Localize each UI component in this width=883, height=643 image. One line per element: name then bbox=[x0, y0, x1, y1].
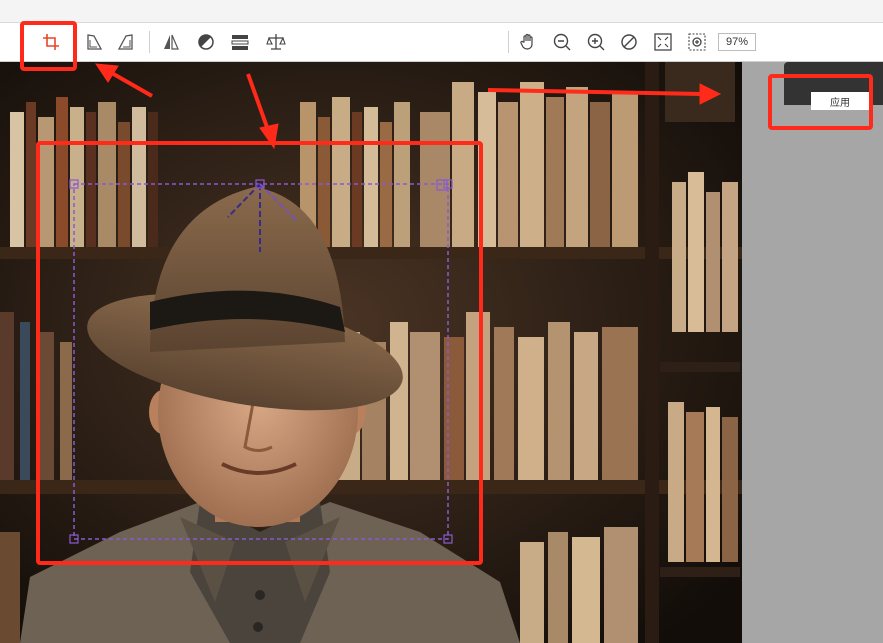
balance-icon bbox=[266, 34, 286, 50]
toolbar-separator bbox=[508, 31, 509, 53]
adjust-icon bbox=[231, 35, 249, 50]
hand-icon bbox=[520, 33, 533, 50]
flip-icon bbox=[164, 34, 179, 50]
zoom-out-icon bbox=[553, 33, 571, 51]
adjust-button[interactable] bbox=[226, 28, 254, 56]
rotate-left-button[interactable] bbox=[80, 28, 108, 56]
fit-screen-button[interactable] bbox=[649, 28, 677, 56]
title-strip bbox=[0, 0, 883, 23]
rotate-right-icon bbox=[117, 34, 133, 50]
reset-zoom-icon bbox=[621, 34, 637, 50]
annotation-box-crop-area bbox=[36, 141, 483, 565]
annotation-box-crop-tool bbox=[20, 21, 77, 71]
hand-tool-button[interactable] bbox=[514, 28, 542, 56]
flip-button[interactable] bbox=[157, 28, 185, 56]
zoom-in-icon bbox=[587, 33, 605, 51]
balance-button[interactable] bbox=[262, 28, 290, 56]
actual-size-icon bbox=[688, 33, 706, 51]
toolbar-separator bbox=[149, 31, 150, 53]
contrast-icon bbox=[198, 34, 214, 50]
zoom-in-button[interactable] bbox=[582, 28, 610, 56]
annotation-box-apply bbox=[768, 74, 873, 130]
zoom-out-button[interactable] bbox=[548, 28, 576, 56]
properties-panel bbox=[742, 62, 883, 643]
actual-size-button[interactable] bbox=[683, 28, 711, 56]
image-editor-window: 97% 应用 bbox=[0, 0, 883, 643]
contrast-button[interactable] bbox=[192, 28, 220, 56]
reset-zoom-button[interactable] bbox=[615, 28, 643, 56]
rotate-right-button[interactable] bbox=[112, 28, 140, 56]
fit-screen-icon bbox=[654, 33, 672, 51]
toolbar: 97% bbox=[0, 23, 883, 62]
zoom-level-display[interactable]: 97% bbox=[718, 33, 756, 51]
rotate-left-icon bbox=[87, 34, 103, 50]
